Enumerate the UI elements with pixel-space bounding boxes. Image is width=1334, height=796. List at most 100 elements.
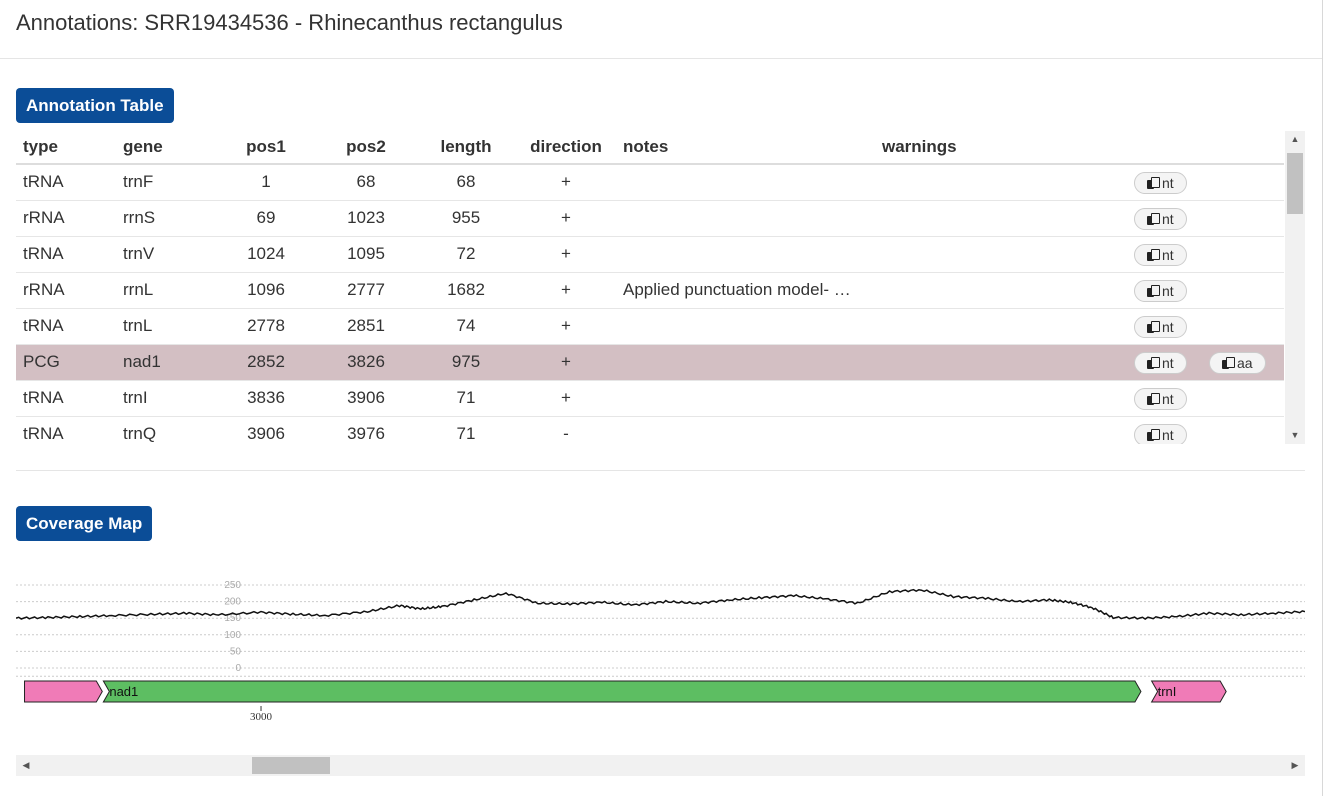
cell-pos1: 2778 [216,307,316,344]
cell-type: tRNA [16,415,116,444]
cell-actions: nt [1134,379,1284,416]
table-row[interactable]: rRNA rrnL 1096 2777 1682 + Applied punctuation… [16,271,1284,308]
cell-gene: trnL [116,307,216,344]
cell-warnings [875,199,1134,236]
gene-track-segment [24,680,103,703]
y-tick-label: 100 [224,630,241,641]
table-row[interactable]: tRNA trnV 1024 1095 72 + nt [16,235,1284,272]
cell-warnings [875,307,1134,344]
cell-notes [616,415,875,444]
copy-aa-button[interactable]: aa [1209,351,1266,374]
copy-icon [1147,428,1160,441]
cell-type: tRNA [16,235,116,272]
y-tick-label: 50 [230,646,242,657]
x-tick-label: 3000 [250,711,273,723]
cell-notes [616,379,875,416]
cell-direction: + [516,379,616,416]
cell-pos2: 1095 [316,235,416,272]
annotation-table-container[interactable]: type gene pos1 pos2 length direction not… [16,131,1305,444]
table-row[interactable]: tRNA trnL 2778 2851 74 + nt [16,307,1284,344]
cell-pos2: 68 [316,163,416,200]
scroll-right-arrow-icon[interactable]: ▶ [1285,755,1305,776]
table-row[interactable]: rRNA rrnS 69 1023 955 + nt [16,199,1284,236]
cell-length: 1682 [416,271,516,308]
horizontal-scroll-thumb[interactable] [252,757,330,774]
cell-actions: nt [1134,307,1284,344]
cell-actions: nt [1134,415,1284,444]
header-length[interactable]: length [416,131,516,165]
y-tick-label: 250 [224,580,241,591]
header-notes[interactable]: notes [616,131,875,165]
cell-pos2: 2777 [316,271,416,308]
table-row[interactable]: tRNA trnF 1 68 68 + nt [16,163,1284,200]
cell-gene: nad1 [116,343,216,380]
header-gene[interactable]: gene [116,131,216,165]
cell-gene: trnQ [116,415,216,444]
coverage-horizontal-scrollbar[interactable]: ◀ ▶ [16,755,1305,776]
scroll-up-arrow-icon[interactable]: ▲ [1285,131,1305,148]
cell-warnings [875,343,1134,380]
gene-track-label: nad1 [109,684,138,699]
coverage-map-button[interactable]: Coverage Map [16,506,153,541]
header-warnings[interactable]: warnings [875,131,1134,165]
copy-nt-button[interactable]: nt [1134,423,1187,444]
cell-pos1: 3836 [216,379,316,416]
copy-nt-button-label: nt [1162,354,1174,371]
copy-nt-button-label: nt [1162,282,1174,299]
cell-actions: nt [1134,163,1284,200]
cell-length: 71 [416,379,516,416]
copy-icon [1147,320,1160,333]
copy-nt-button[interactable]: nt [1134,351,1187,374]
table-row[interactable]: PCG nad1 2852 3826 975 + nt aa [16,343,1284,380]
cell-length: 68 [416,163,516,200]
page-header: Annotations: SRR19434536 - Rhinecanthus … [0,0,1322,59]
cell-gene: rrnS [116,199,216,236]
cell-type: tRNA [16,307,116,344]
header-type[interactable]: type [16,131,116,165]
cell-notes [616,199,875,236]
vertical-scroll-thumb[interactable] [1287,153,1303,214]
cell-actions: nt [1134,199,1284,236]
table-vertical-scrollbar[interactable]: ▲ ▼ [1285,131,1305,444]
cell-gene: trnI [116,379,216,416]
copy-nt-button[interactable]: nt [1134,387,1187,410]
coverage-map-chart[interactable]: 250200150100500nad1 trnI3000 [16,570,1305,730]
cell-direction: + [516,307,616,344]
cell-length: 72 [416,235,516,272]
y-tick-label: 0 [235,663,241,674]
cell-type: rRNA [16,199,116,236]
copy-icon [1147,284,1160,297]
copy-nt-button[interactable]: nt [1134,315,1187,338]
copy-nt-button-label: nt [1162,246,1174,263]
copy-nt-button[interactable]: nt [1134,243,1187,266]
cell-direction: + [516,343,616,380]
copy-nt-button[interactable]: nt [1134,172,1187,194]
table-row[interactable]: tRNA trnQ 3906 3976 71- nt [16,415,1284,444]
page-title: Annotations: SRR19434536 - Rhinecanthus … [16,10,563,35]
header-pos1[interactable]: pos1 [216,131,316,165]
coverage-line [16,588,1305,621]
cell-notes: Applied punctuation model- … [616,271,875,308]
cell-notes [616,163,875,200]
cell-length: 74 [416,307,516,344]
table-row[interactable]: tRNA trnI 3836 3906 71 + nt [16,379,1284,416]
header-pos2[interactable]: pos2 [316,131,416,165]
cell-pos2: 2851 [316,307,416,344]
gene-track-nad1 [102,680,1142,703]
copy-nt-button[interactable]: nt [1134,207,1187,230]
copy-nt-button-label: nt [1162,318,1174,335]
cell-direction: - [516,415,616,444]
header-direction[interactable]: direction [516,131,616,165]
cell-notes [616,235,875,272]
copy-nt-button[interactable]: nt [1134,279,1187,302]
cell-direction: + [516,163,616,200]
copy-icon [1147,356,1160,369]
annotation-table-button[interactable]: Annotation Table [16,88,174,123]
cell-gene: rrnL [116,271,216,308]
cell-actions: nt [1134,271,1284,308]
cell-length: 975 [416,343,516,380]
copy-icon [1147,248,1160,261]
cell-actions: nt [1134,235,1284,272]
scroll-down-arrow-icon[interactable]: ▼ [1285,427,1305,444]
scroll-left-arrow-icon[interactable]: ◀ [16,755,36,776]
